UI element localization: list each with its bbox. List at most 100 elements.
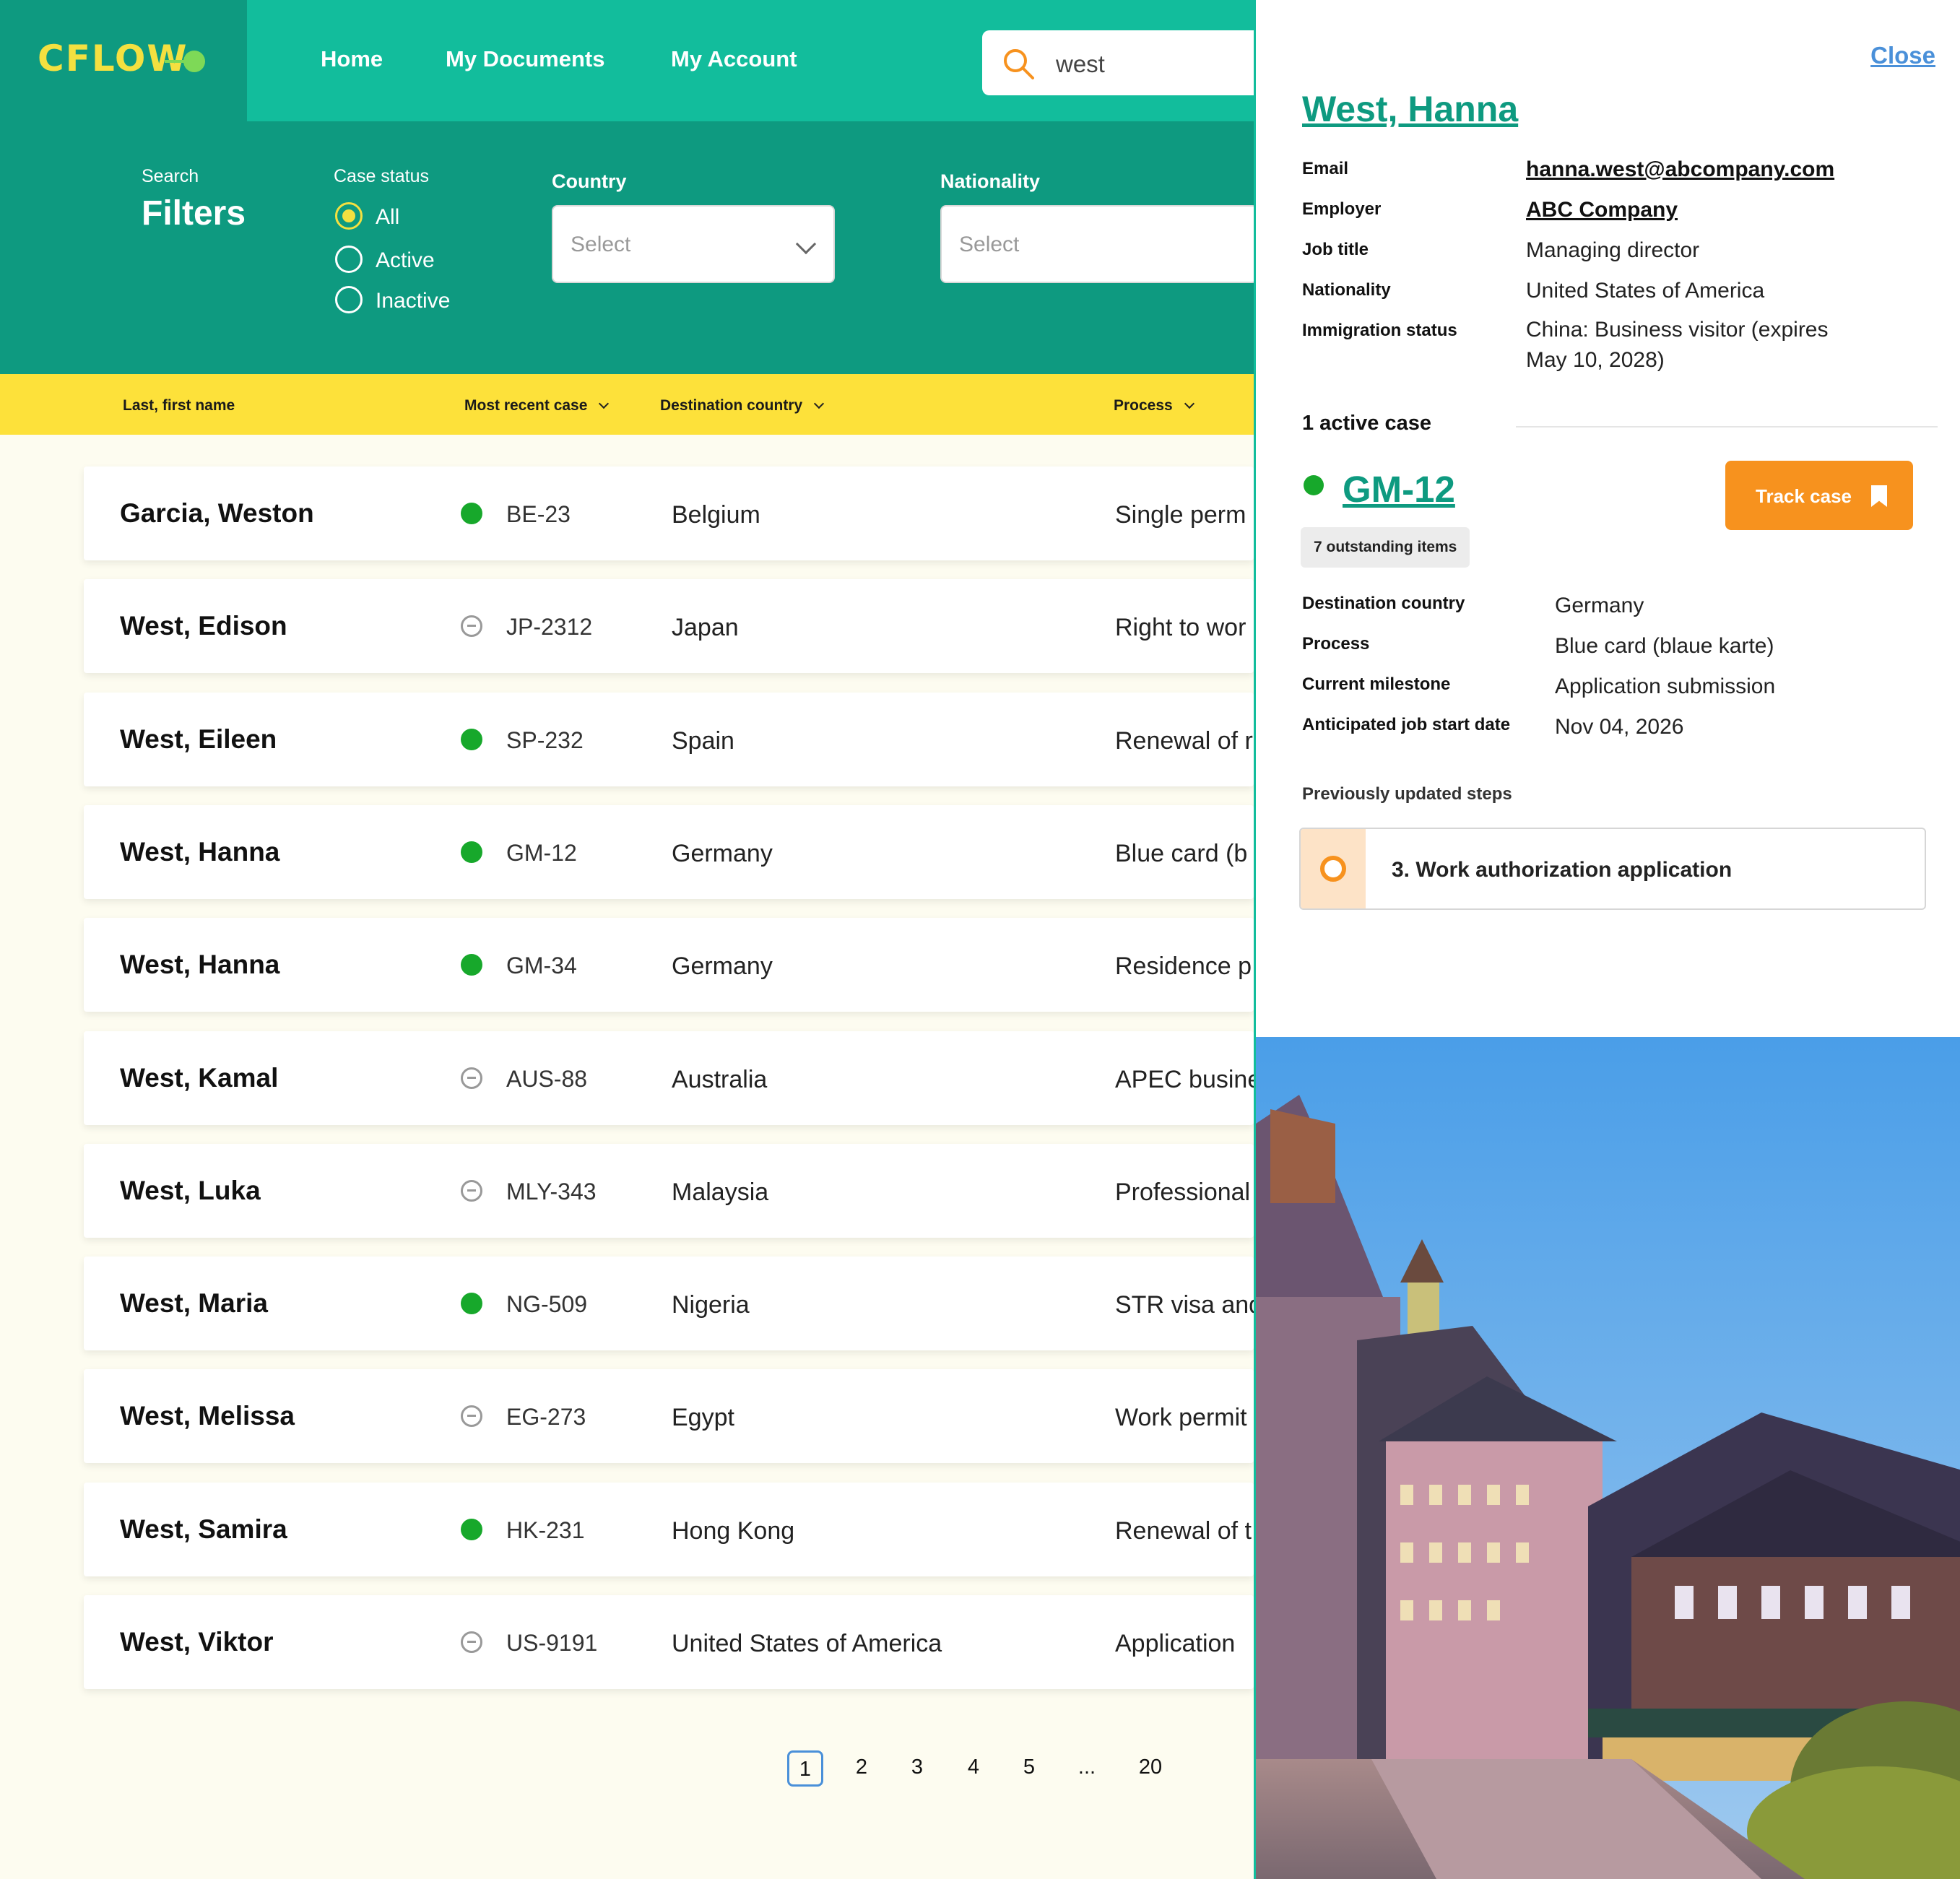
search-input[interactable]: west [982, 30, 1271, 95]
row-process: Residence p [1115, 952, 1252, 981]
nationality-select-placeholder: Select [959, 233, 1020, 256]
pagination-page[interactable]: 20 [1132, 1750, 1168, 1787]
sort-chevron-icon [1184, 398, 1194, 409]
nationality-value: United States of America [1526, 279, 1765, 303]
step-title: 3. Work authorization application [1392, 858, 1733, 882]
job-start-date-value: Nov 04, 2026 [1555, 715, 1684, 739]
row-case-id: JP-2312 [506, 614, 593, 641]
table-row[interactable]: Garcia, Weston BE-23 Belgium Single perm [84, 467, 1254, 560]
radio-status-inactive[interactable] [335, 286, 363, 313]
in-progress-icon [1320, 856, 1346, 882]
country-select[interactable]: Select [552, 205, 835, 283]
current-milestone-value: Application submission [1555, 674, 1776, 698]
row-case-id: HK-231 [506, 1516, 585, 1543]
row-name: West, Eileen [120, 724, 277, 754]
step-card[interactable]: 3. Work authorization application [1299, 828, 1926, 910]
close-button[interactable]: Close [1870, 42, 1935, 69]
active-status-icon [461, 841, 482, 863]
bookmark-icon [1871, 485, 1887, 507]
search-value: west [1056, 51, 1105, 77]
filter-search-label: Search [142, 166, 199, 186]
column-header-country[interactable]: Destination country [660, 397, 825, 415]
immigration-status-value: China: Business visitor (expires [1526, 318, 1829, 342]
row-case-id: GM-34 [506, 952, 577, 979]
row-name: West, Viktor [120, 1627, 274, 1657]
column-header-process[interactable]: Process [1114, 397, 1194, 415]
table-row[interactable]: West, Kamal AUS-88 Australia APEC busine [84, 1030, 1254, 1125]
pagination-page[interactable]: 4 [955, 1750, 992, 1787]
row-name: West, Hanna [120, 950, 280, 980]
row-case-id: SP-232 [506, 726, 584, 753]
case-id-link[interactable]: GM-12 [1343, 468, 1455, 511]
row-case-id: NG-509 [506, 1291, 588, 1318]
pagination-page[interactable]: 1 [787, 1750, 823, 1787]
row-destination-country: Australia [672, 1065, 768, 1093]
track-case-button[interactable]: Track case [1725, 461, 1913, 530]
person-name[interactable]: West, Hanna [1302, 88, 1518, 130]
email-label: Email [1302, 159, 1349, 178]
pagination-page[interactable]: 5 [1011, 1750, 1047, 1787]
table-row[interactable]: West, Samira HK-231 Hong Kong Renewal of t [84, 1482, 1254, 1576]
nationality-label: Nationality [1302, 280, 1391, 300]
row-process: Single perm [1115, 501, 1246, 529]
row-case-id: AUS-88 [506, 1065, 588, 1092]
radio-status-inactive-label[interactable]: Inactive [376, 289, 450, 313]
active-status-icon [461, 503, 482, 524]
column-header-case[interactable]: Most recent case [464, 397, 610, 415]
row-case-id: MLY-343 [506, 1178, 597, 1205]
row-process: APEC busine [1115, 1065, 1254, 1093]
employer-label: Employer [1302, 199, 1382, 219]
active-status-icon [461, 954, 482, 976]
case-status-dot [1304, 475, 1324, 495]
pagination-page[interactable]: 3 [899, 1750, 935, 1787]
nav-my-account[interactable]: My Account [671, 46, 797, 72]
country-select-placeholder: Select [571, 233, 631, 256]
logo-container[interactable]: CFLOW [0, 0, 247, 121]
row-case-id: BE-23 [506, 501, 571, 527]
table-row[interactable]: West, Eileen SP-232 Spain Renewal of r [84, 692, 1254, 786]
row-destination-country: Egypt [672, 1404, 734, 1432]
row-process: Professional [1115, 1178, 1251, 1206]
row-process: Work permit [1115, 1404, 1247, 1432]
radio-status-active[interactable] [335, 246, 363, 273]
filter-title: Filters [142, 194, 246, 233]
pagination-page[interactable]: 2 [844, 1750, 880, 1787]
row-name: West, Melissa [120, 1401, 295, 1431]
city-photo [1254, 1037, 1960, 1879]
row-name: West, Hanna [120, 836, 280, 867]
immigration-status-label: Immigration status [1302, 321, 1457, 340]
inactive-status-icon [461, 1405, 482, 1428]
immigration-status-value-line2: May 10, 2028) [1526, 348, 1665, 372]
destination-country-value: Germany [1555, 594, 1644, 617]
row-destination-country: Spain [672, 726, 734, 755]
nav-my-documents[interactable]: My Documents [446, 46, 604, 72]
table-row[interactable]: West, Luka MLY-343 Malaysia Professional [84, 1143, 1254, 1238]
email-link[interactable]: hanna.west@abcompany.com [1526, 155, 1834, 185]
table-row[interactable]: West, Edison JP-2312 Japan Right to wor [84, 579, 1254, 674]
row-destination-country: Hong Kong [672, 1516, 795, 1545]
row-name: West, Samira [120, 1514, 287, 1544]
pagination-ellipsis: ... [1077, 1756, 1096, 1779]
active-status-icon [461, 1518, 482, 1540]
row-destination-country: Germany [672, 952, 773, 981]
employer-link[interactable]: ABC Company [1526, 195, 1678, 225]
nav-home[interactable]: Home [321, 46, 383, 72]
column-header-name[interactable]: Last, first name [123, 397, 235, 415]
table-row[interactable]: West, Maria NG-509 Nigeria STR visa and [84, 1257, 1254, 1351]
section-divider [1516, 426, 1938, 428]
row-process: Application [1115, 1630, 1236, 1657]
table-row[interactable]: West, Hanna GM-34 Germany Residence p [84, 918, 1254, 1012]
table-row[interactable]: West, Hanna GM-12 Germany Blue card (b [84, 804, 1254, 899]
row-case-id: GM-12 [506, 839, 577, 866]
radio-status-active-label[interactable]: Active [376, 248, 435, 273]
track-case-label: Track case [1756, 485, 1852, 507]
chevron-down-icon [795, 233, 817, 255]
logo: CFLOW [38, 38, 188, 79]
radio-status-all[interactable] [335, 202, 363, 230]
active-status-icon [461, 728, 482, 750]
radio-status-all-label[interactable]: All [376, 205, 399, 230]
active-cases-heading: 1 active case [1302, 412, 1431, 435]
table-row[interactable]: West, Melissa EG-273 Egypt Work permit [84, 1369, 1254, 1464]
table-row[interactable]: West, Viktor US-9191 United States of Amer… [84, 1595, 1254, 1689]
nationality-select[interactable]: Select [940, 205, 1258, 283]
